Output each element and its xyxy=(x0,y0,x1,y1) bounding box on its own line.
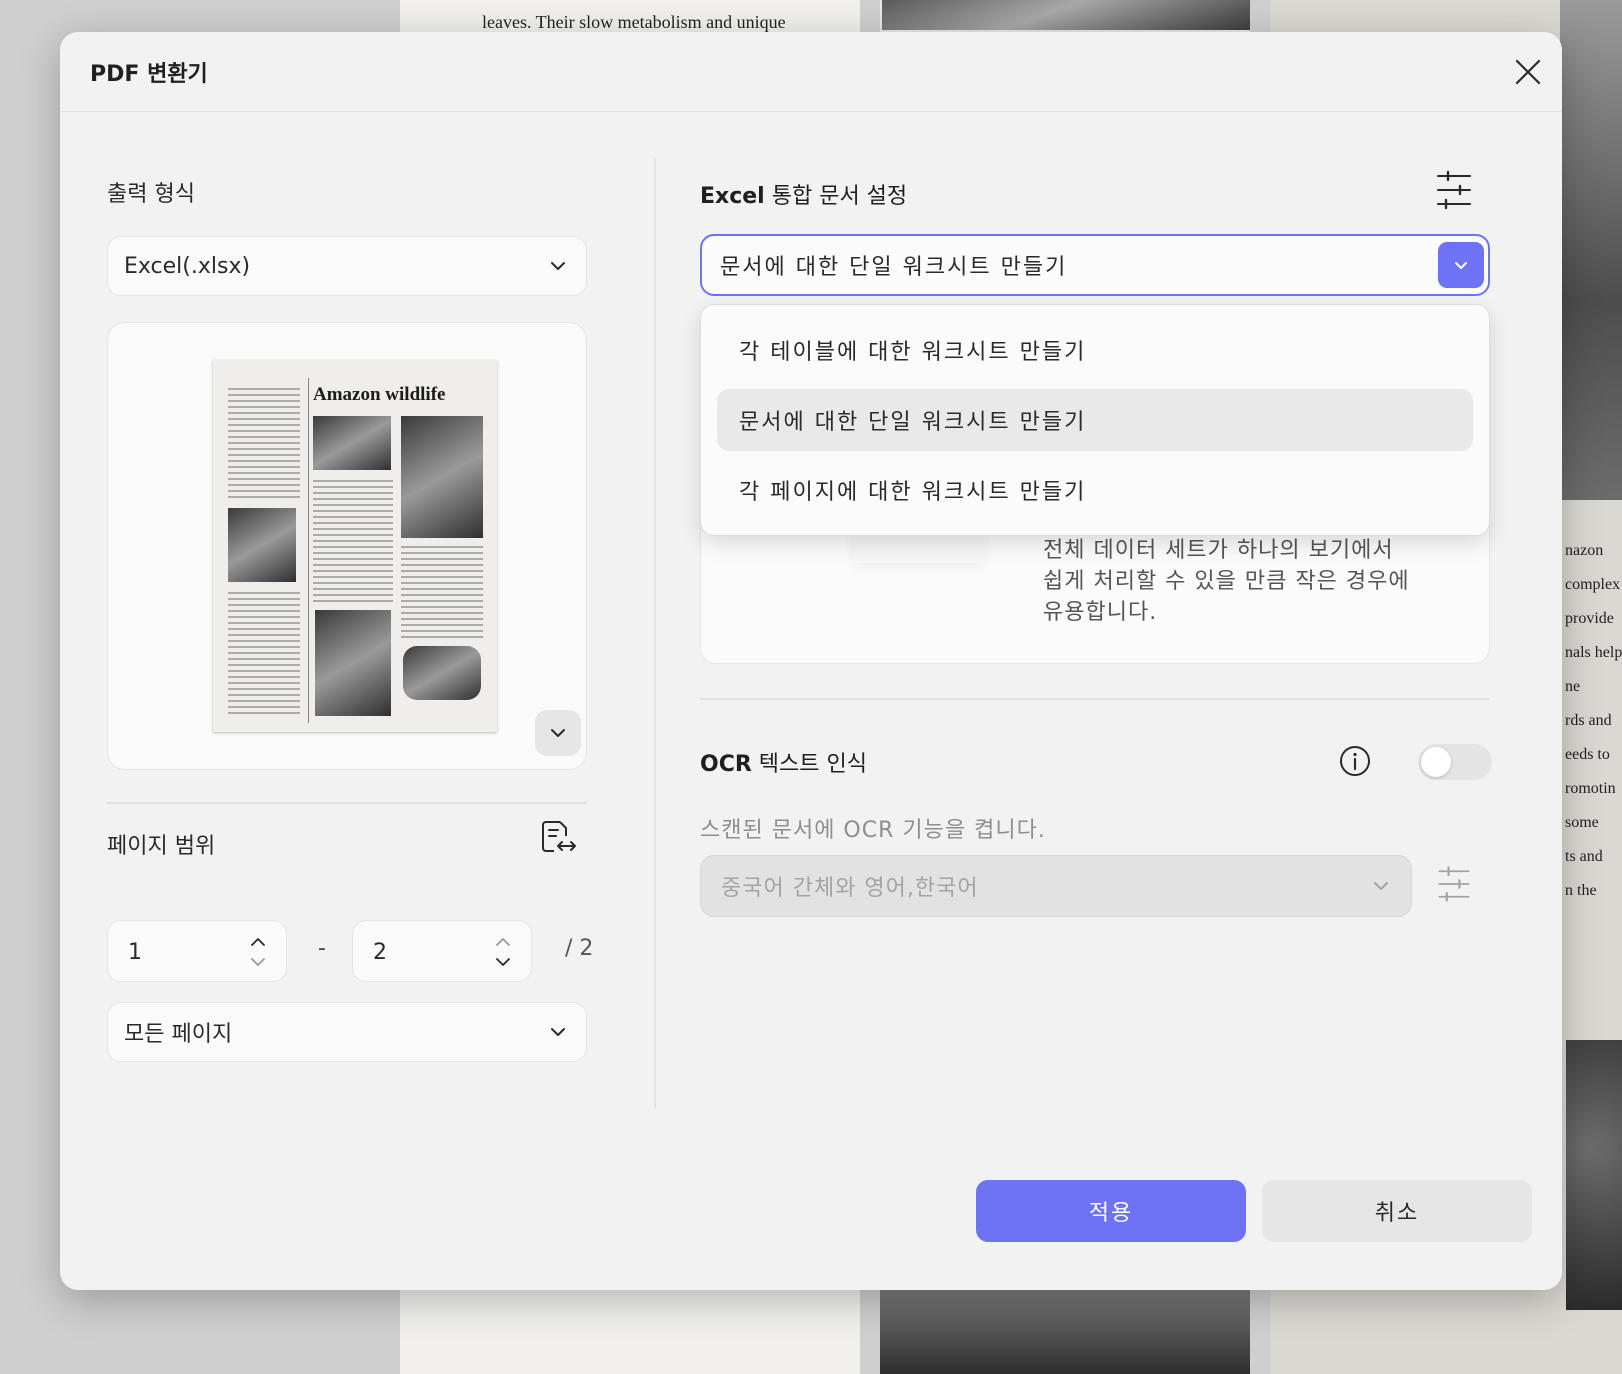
thumbnail-photo-frog xyxy=(401,416,483,538)
option-worksheet-per-page[interactable]: 각 페이지에 대한 워크시트 만들기 xyxy=(717,459,1473,521)
worksheet-mode-description: 전체 데이터 세트가 하나의 보기에서 쉽게 처리할 수 있을 만큼 작은 경우… xyxy=(1043,535,1463,628)
bg-text-fragment: rds and xyxy=(1565,712,1612,729)
thumbnail-title: Amazon wildlife xyxy=(313,384,446,405)
sliders-icon xyxy=(1438,866,1470,902)
excel-settings-title: Excel 통합 문서 설정 xyxy=(700,178,907,210)
page-to-stepper[interactable] xyxy=(352,920,532,982)
bg-photo-frog xyxy=(1560,0,1622,500)
worksheet-mode-toggle[interactable] xyxy=(1438,242,1484,288)
cancel-button[interactable]: 취소 xyxy=(1262,1180,1532,1242)
thumbnail-photo-flamingo xyxy=(228,508,296,582)
dialog-header: PDF 변환기 xyxy=(60,32,1562,112)
ocr-info-button[interactable] xyxy=(1338,744,1372,778)
ocr-toggle[interactable] xyxy=(1418,744,1492,780)
bg-text-fragment: complex xyxy=(1565,576,1621,593)
thumbnail-photo-owl-flowers xyxy=(403,646,481,700)
page-range-swap-button[interactable] xyxy=(538,818,578,858)
ocr-title: OCR 텍스트 인식 xyxy=(700,746,867,778)
bg-text-fragment: romotin xyxy=(1565,780,1616,797)
toggle-knob xyxy=(1421,747,1451,777)
excel-settings-title-bold: Excel xyxy=(700,184,765,209)
stepper-arrows-icon[interactable] xyxy=(248,935,268,969)
ocr-language-value: 중국어 간체와 영어,한국어 xyxy=(721,876,979,901)
ocr-language-select[interactable]: 중국어 간체와 영어,한국어 xyxy=(700,855,1412,917)
document-preview: Amazon wildlife xyxy=(107,322,587,770)
output-format-value: Excel(.xlsx) xyxy=(124,253,251,279)
thumbnail-photo-giraffe xyxy=(315,610,391,716)
bg-text-fragment: ts and xyxy=(1565,848,1603,865)
ocr-title-rest: 텍스트 인식 xyxy=(751,752,867,777)
dialog-title: PDF 변환기 xyxy=(90,62,208,87)
page-thumbnail: Amazon wildlife xyxy=(213,360,497,732)
thumbnail-text-block xyxy=(313,480,393,602)
output-format-select[interactable]: Excel(.xlsx) xyxy=(107,236,587,296)
thumbnail-photo-owl xyxy=(313,416,391,470)
page-from-stepper[interactable] xyxy=(107,920,287,982)
bg-text-fragment: ne xyxy=(1565,678,1581,695)
page-to-input[interactable] xyxy=(373,935,473,969)
thumbnail-text-block xyxy=(228,388,300,498)
sliders-icon xyxy=(1437,170,1471,210)
page-mode-select[interactable]: 모든 페이지 xyxy=(107,1002,587,1062)
excel-settings-title-rest: 통합 문서 설정 xyxy=(764,184,908,209)
preview-expand-button[interactable] xyxy=(535,710,581,756)
chevron-down-icon xyxy=(551,1028,565,1036)
settings-sliders-button[interactable] xyxy=(1432,168,1476,212)
worksheet-mode-value: 문서에 대한 단일 워크시트 만들기 xyxy=(720,255,1068,280)
bg-text-fragment: provide xyxy=(1565,610,1614,627)
stepper-arrows-icon[interactable] xyxy=(493,935,513,969)
option-worksheet-per-table[interactable]: 각 테이블에 대한 워크시트 만들기 xyxy=(717,319,1473,381)
worksheet-mode-select[interactable]: 문서에 대한 단일 워크시트 만들기 xyxy=(700,234,1490,296)
chevron-down-icon xyxy=(551,729,565,737)
page-range-label: 페이지 범위 xyxy=(107,834,216,859)
bg-text-fragment: nazon xyxy=(1565,542,1604,559)
bg-text-fragment: n the xyxy=(1565,882,1597,899)
bg-text-fragment: some xyxy=(1565,814,1599,831)
bg-text-fragment: eeds to xyxy=(1565,746,1610,763)
divider xyxy=(700,698,1490,700)
bg-photo-bottom xyxy=(880,1290,1250,1374)
bg-photo-owl xyxy=(882,0,1250,30)
column-divider xyxy=(654,158,656,1108)
chevron-down-icon xyxy=(1455,262,1467,269)
bg-text-fragment: nals help xyxy=(1565,644,1622,661)
page-swap-icon xyxy=(542,821,576,852)
apply-button[interactable]: 적용 xyxy=(976,1180,1246,1242)
chevron-down-icon xyxy=(551,262,565,270)
thumbnail-text-block xyxy=(401,546,483,638)
range-separator: - xyxy=(318,936,326,961)
output-format-label: 출력 형식 xyxy=(107,182,195,207)
page-total: / 2 xyxy=(565,936,594,961)
divider xyxy=(107,802,587,804)
bg-text-column: nazon complex provide nals help ne rds a… xyxy=(1565,534,1622,908)
close-button[interactable] xyxy=(1508,52,1548,92)
ocr-title-bold: OCR xyxy=(700,752,752,777)
page-from-input[interactable] xyxy=(128,935,228,969)
bg-text-line: leaves. Their slow metabolism and unique xyxy=(482,12,786,32)
ocr-description: 스캔된 문서에 OCR 기능을 켭니다. xyxy=(700,818,1046,843)
bg-photo-rock xyxy=(1566,1040,1622,1310)
pdf-converter-dialog: PDF 변환기 출력 형식 Excel(.xlsx) Amazon wildli… xyxy=(60,32,1562,1290)
thumbnail-divider xyxy=(308,378,309,723)
description-line: 전체 데이터 세트가 하나의 보기에서 xyxy=(1043,538,1394,563)
thumbnail-text-block xyxy=(228,592,300,717)
ocr-settings-button[interactable] xyxy=(1434,864,1474,904)
description-line: 유용합니다. xyxy=(1043,600,1158,625)
page-mode-value: 모든 페이지 xyxy=(124,1022,233,1047)
close-icon xyxy=(1515,59,1541,85)
info-icon xyxy=(1340,746,1370,776)
description-line: 쉽게 처리할 수 있을 만큼 작은 경우에 xyxy=(1043,569,1410,594)
worksheet-mode-dropdown: 각 테이블에 대한 워크시트 만들기 문서에 대한 단일 워크시트 만들기 각 … xyxy=(700,304,1490,536)
option-single-worksheet[interactable]: 문서에 대한 단일 워크시트 만들기 xyxy=(717,389,1473,451)
chevron-down-icon xyxy=(1374,882,1388,890)
